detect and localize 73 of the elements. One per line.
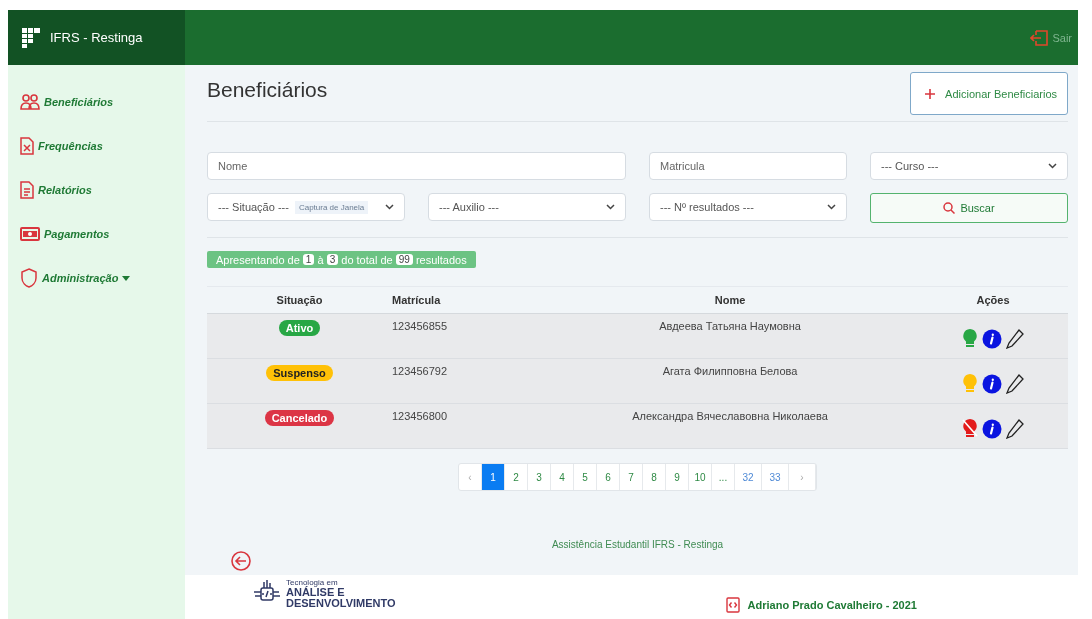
logo-icon [22,27,40,48]
sidebar-item[interactable]: Pagamentos [8,223,185,245]
column-header: Ações [976,294,1010,306]
select-field[interactable]: --- Situação --- Captura de Janela [207,193,405,221]
info-icon[interactable] [982,419,1002,439]
edit-icon[interactable] [1006,374,1024,394]
page-link[interactable]: 5 [574,464,597,490]
select-field[interactable]: --- Nº resultados --- [649,193,847,221]
info-icon[interactable] [982,329,1002,349]
logo-title: DESENVOLVIMENTO [286,598,396,609]
page-title: Beneficiários [207,78,328,102]
chevron-icon [1048,163,1057,169]
page-link[interactable]: 2 [505,464,528,490]
page-link[interactable]: › [789,464,816,490]
search-icon [943,202,956,214]
add-button[interactable]: Adicionar Beneficiarios [910,72,1068,115]
logo-title: ANÁLISE E [286,587,346,598]
chevron-icon [385,204,394,210]
sidebar-item[interactable]: Beneficiários [8,91,185,113]
table-cell: Александра Вячеславовна Николаева [632,410,828,422]
caret-icon [122,275,131,281]
edit-icon[interactable] [1006,329,1024,349]
page-link[interactable]: 32 [735,464,762,490]
page-link[interactable]: 6 [597,464,620,490]
chevron-icon [606,204,615,210]
column-header: Nome [714,294,746,306]
page-link[interactable]: 33 [762,464,789,490]
author-text: Adriano Prado Cavalheiro - 2021 [747,599,917,611]
column-header: Situação [276,294,323,306]
status-badge: Ativo [278,320,321,336]
table-cell: 123456800 [392,410,448,422]
back-icon[interactable] [231,551,251,571]
matricula-field[interactable]: Matricula [649,152,847,180]
results-summary: Apresentando de 1 à 3 do total de 99 resultados [207,251,476,268]
status-badge: Suspenso [266,365,333,381]
page-link[interactable]: 1 [482,464,505,490]
edit-icon[interactable] [1006,419,1024,439]
page-link[interactable]: 3 [528,464,551,490]
logout-icon [1030,29,1049,46]
page-link[interactable]: 10 [689,464,712,490]
footer-text: Assistência Estudantil IFRS - Restinga [551,539,724,552]
column-header: Matrícula [392,294,441,306]
select-field[interactable]: --- Curso --- [870,152,1068,180]
capture-chip: Captura de Janela [294,200,369,214]
sidebar-item[interactable]: Frequências [8,135,185,157]
money-icon [20,227,40,241]
select-field[interactable]: --- Auxilio --- [428,193,626,221]
page-link[interactable]: ... [712,464,735,490]
page-link[interactable]: 9 [666,464,689,490]
info-icon[interactable] [982,374,1002,394]
plus-icon [925,88,936,99]
code-icon [725,597,740,613]
spreadsheet-icon [20,137,34,155]
page-link[interactable]: 8 [643,464,666,490]
brand-name: IFRS - Restinga [50,30,143,45]
table-cell: 123456855 [392,320,448,332]
name-field[interactable]: Nome [207,152,626,180]
chevron-icon [827,204,836,210]
sidebar-item[interactable]: Administração [8,267,185,289]
table-cell: 123456792 [392,365,448,377]
page-link[interactable]: 7 [620,464,643,490]
lightbulb-off-icon[interactable] [962,418,978,440]
shield-icon [20,268,38,288]
document-icon [20,181,34,199]
page-link[interactable]: 4 [551,464,574,490]
logo-caption: Tecnologia em [286,579,339,587]
table-cell: Агата Филипповна Белова [662,365,798,377]
sidebar-item[interactable]: Relatórios [8,179,185,201]
logout-button[interactable]: Sair [1026,10,1076,65]
people-icon [20,94,40,110]
search-button[interactable]: Buscar [870,193,1068,223]
status-badge: Cancelado [264,410,335,426]
table-cell: Авдеева Татьяна Наумовна [659,320,801,332]
